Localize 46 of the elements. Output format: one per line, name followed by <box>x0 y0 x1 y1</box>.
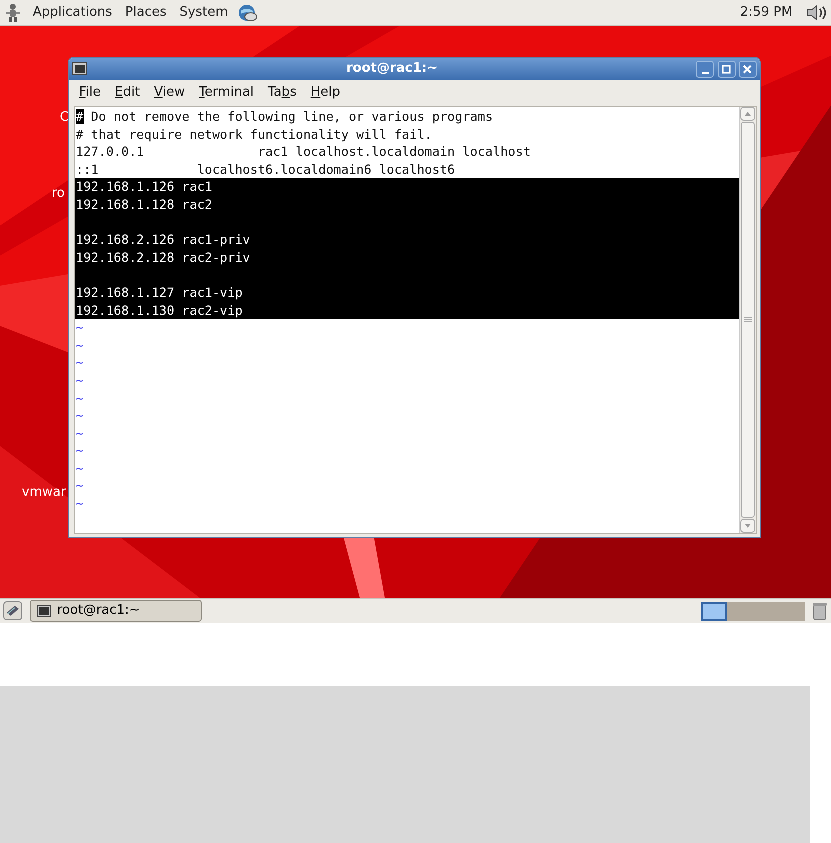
menu-item[interactable]: File <box>72 83 108 103</box>
maximize-button[interactable] <box>718 60 736 78</box>
terminal-icon <box>36 605 51 617</box>
panel-menu[interactable]: System <box>176 2 232 24</box>
empty-line-marker: ~ <box>75 477 85 496</box>
empty-line-marker: ~ <box>75 407 85 425</box>
empty-line-marker: ~ <box>75 460 85 478</box>
menu-item[interactable]: Tabs <box>261 83 304 103</box>
workspace-switch[interactable] <box>779 602 806 620</box>
close-button[interactable] <box>738 60 757 78</box>
desktop-icon-label[interactable]: ro <box>52 184 66 204</box>
taskbar-button[interactable]: root@rac1:~ <box>30 600 202 622</box>
menu-item[interactable]: Terminal <box>192 83 262 103</box>
terminal-line: # Do not remove the following line, or various programs <box>75 108 494 126</box>
panel-menu[interactable]: Applications <box>30 2 116 24</box>
empty-line-marker: ~ <box>75 442 85 460</box>
empty-line-marker: ~ <box>75 354 85 372</box>
minimize-icon <box>700 71 710 75</box>
menu-item[interactable]: View <box>147 83 192 103</box>
window-title: root@rac1:~ <box>345 60 439 78</box>
empty-line-marker: ~ <box>75 495 85 513</box>
minimize-button[interactable] <box>696 60 714 78</box>
terminal-line: 127.0.0.1 rac1 localhost.localdomain localhost <box>75 143 532 161</box>
maximize-icon <box>721 64 732 74</box>
workspace-switch[interactable] <box>727 602 754 620</box>
globe-icon[interactable] <box>238 4 258 22</box>
empty-line-marker: ~ <box>75 372 85 390</box>
trash-icon[interactable] <box>812 601 828 621</box>
workspace-switch[interactable] <box>701 602 728 620</box>
terminal-line: # that require network functionality will fail. <box>75 126 434 144</box>
empty-line-marker: ~ <box>75 336 85 354</box>
desktop-icon[interactable] <box>3 601 24 621</box>
empty-line-marker: ~ <box>75 390 85 408</box>
empty-line-marker: ~ <box>75 424 85 442</box>
menu-item[interactable]: Help <box>304 83 348 103</box>
scroll-thumb[interactable] <box>741 122 755 518</box>
terminal-line: ::1 localhost6.localdomain6 localhost6 <box>75 160 456 178</box>
close-icon <box>742 64 754 74</box>
clock[interactable]: 2:59 PM <box>740 2 793 22</box>
menu-item[interactable]: Edit <box>108 83 148 103</box>
desktop-icon-label[interactable]: vmwar <box>22 483 66 502</box>
panel-menu[interactable]: Places <box>122 2 170 24</box>
volume-icon[interactable] <box>806 2 828 22</box>
grip-icon <box>744 317 752 323</box>
terminal-icon[interactable] <box>72 62 88 76</box>
empty-line-marker: ~ <box>75 319 85 337</box>
